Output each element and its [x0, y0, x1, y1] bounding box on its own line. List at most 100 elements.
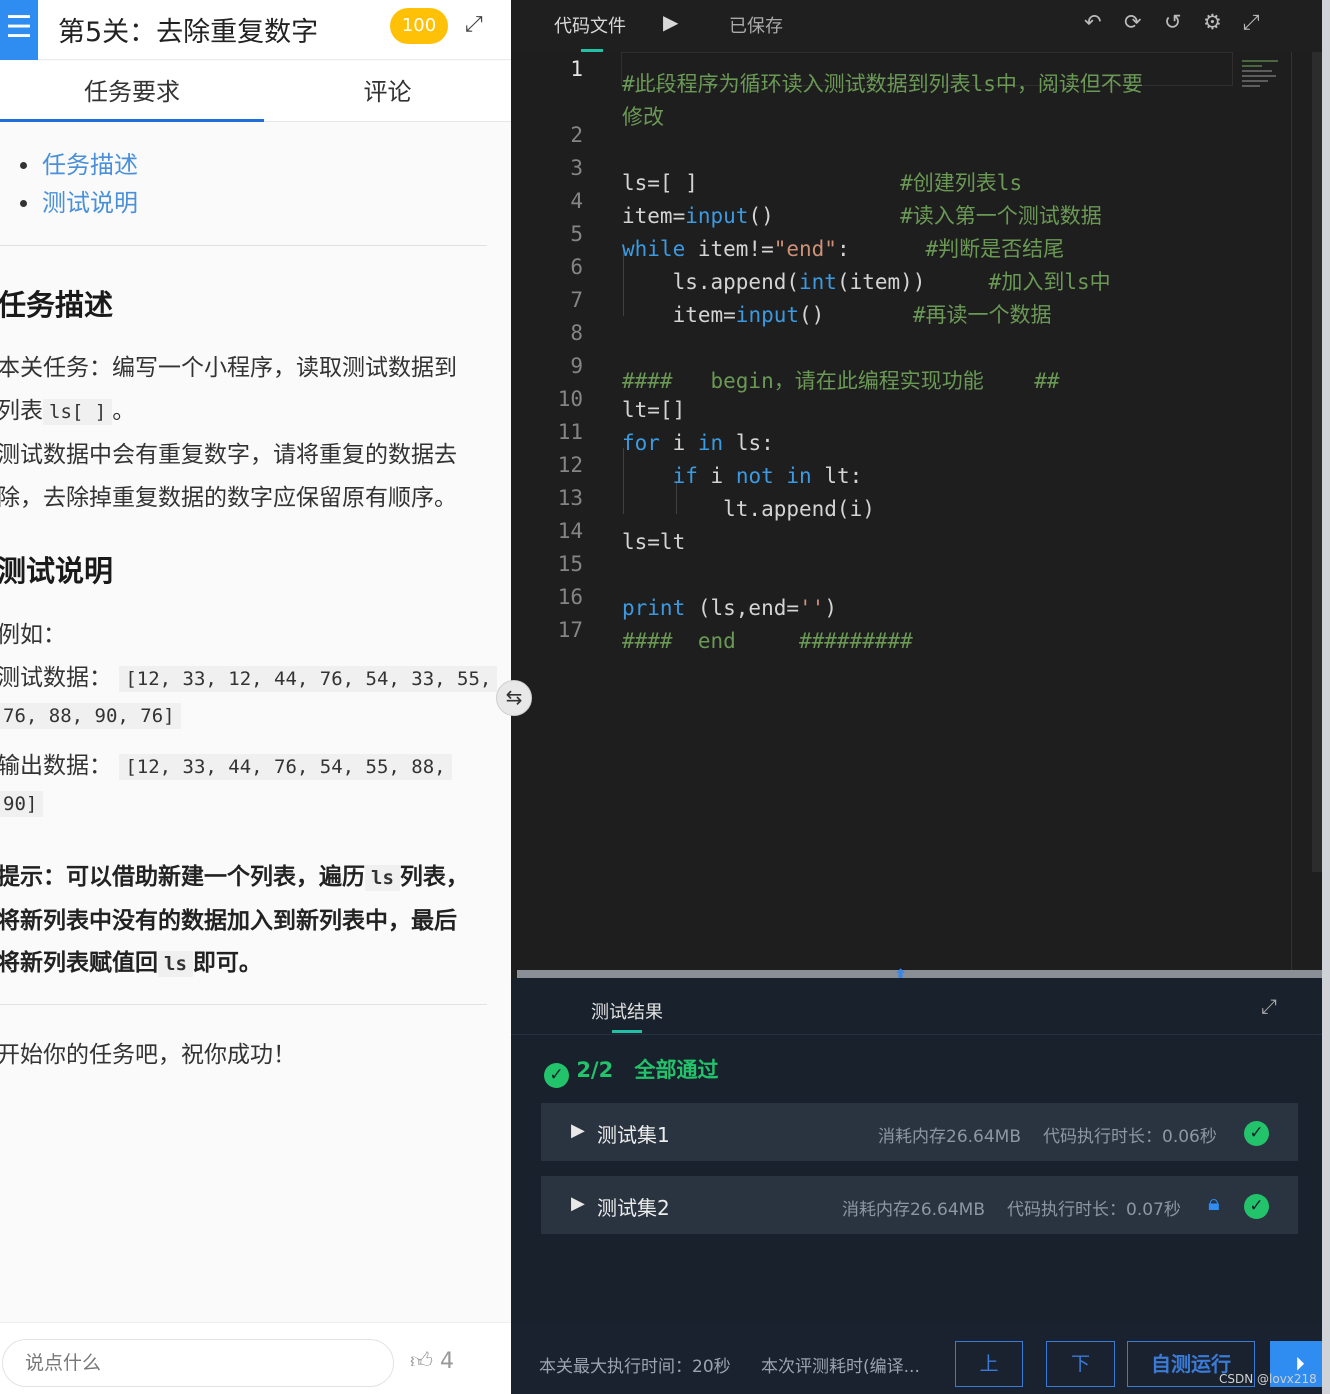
tab-code-file[interactable]: 代码文件 [554, 12, 626, 38]
code-line[interactable]: ls=lt [622, 530, 685, 554]
score-badge: 100 [390, 8, 448, 44]
code-line[interactable]: #### end ######### [622, 629, 913, 653]
test-input-code: 76, 88, 90, 76] [0, 703, 181, 729]
text: 即可。 [192, 950, 262, 976]
caret-right-icon[interactable]: ▶ [571, 1120, 585, 1141]
code-line[interactable]: 修改 [622, 101, 664, 131]
text: 提示：可以借助新建一个列表，遍历 [0, 864, 365, 890]
code-line[interactable]: #此段程序为循环读入测试数据到列表ls中，阅读但不要 [622, 68, 1143, 98]
code-text: lt=[] [622, 398, 686, 422]
level-title: 第5关：去除重复数字 [58, 17, 319, 48]
code-text: item= [622, 204, 686, 228]
line-number: 14 [557, 519, 583, 543]
caret-right-icon[interactable]: ▶ [571, 1193, 585, 1214]
code-line[interactable]: ls=[ ] #创建列表ls [622, 167, 1022, 197]
code-keyword: while [622, 237, 686, 261]
code-area[interactable]: #此段程序为循环读入测试数据到列表ls中，阅读但不要修改 ls=[ ] #创建列表… [622, 52, 1282, 970]
test-set-row[interactable]: ▶ 测试集1 消耗内存26.64MB 代码执行时长：0.06秒 ✓ [541, 1103, 1298, 1161]
panel-resize-handle[interactable]: ⇆ [496, 680, 532, 716]
test-output-line: 输出数据： [12, 33, 44, 76, 54, 55, 88, [0, 746, 452, 780]
code-text: ) [824, 596, 837, 620]
previous-level-button[interactable]: 上 [955, 1341, 1023, 1387]
task-description-heading: 任务描述 [0, 288, 114, 322]
example-label: 例如： [0, 622, 66, 648]
pass-status-icon: ✓ [1244, 1193, 1269, 1219]
code-comment: #读入第一个测试数据 [900, 204, 1102, 228]
undo-icon[interactable]: ↶ [1084, 10, 1102, 34]
code-keyword: for [622, 431, 660, 455]
code-comment: 修改 [622, 105, 664, 129]
code-line[interactable]: lt=[] [622, 398, 685, 422]
code-comment: #创建列表ls [900, 171, 1023, 195]
tab-task-requirements[interactable]: 任务要求 [0, 61, 264, 122]
code-minimap[interactable] [1242, 58, 1282, 88]
active-tab-indicator [612, 1030, 642, 1033]
code-text: () [748, 204, 901, 228]
task-paragraph-line: 测试数据中会有重复数字，请将重复的数据去 [0, 442, 457, 468]
next-level-button[interactable]: 下 [1046, 1341, 1115, 1387]
editor-scrollbar[interactable] [1312, 52, 1322, 872]
pass-status: 全部通过 [634, 1058, 719, 1082]
toc-link-test-description[interactable]: 测试说明 [18, 184, 138, 222]
task-paragraph-line: 列表 ls[ ]。 [0, 391, 135, 425]
code-line[interactable]: #### begin，请在此编程实现功能 ## [622, 365, 1060, 395]
like-button[interactable]: 👍︎ 4 [410, 1347, 454, 1374]
check-circle-icon: ✓ [1244, 1121, 1269, 1146]
test-output-code: [12, 33, 44, 76, 54, 55, 88, [119, 754, 452, 780]
play-icon[interactable]: ▶ [663, 10, 678, 34]
tab-comments[interactable]: 评论 [264, 61, 511, 122]
editor-ruler [1291, 52, 1292, 970]
menu-icon[interactable]: ☰ [0, 0, 38, 60]
code-keyword: if [672, 464, 698, 488]
code-line[interactable]: ls.append(int(item)) #加入到ls中 [622, 266, 1111, 296]
comment-input[interactable]: 说点什么 [2, 1339, 394, 1387]
code-line[interactable]: for i in ls: [622, 431, 774, 455]
settings-icon[interactable]: ⚙ [1203, 10, 1222, 34]
code-line[interactable]: lt.append(i) [622, 497, 875, 521]
pass-status-icon: ✓ [1244, 1120, 1269, 1146]
code-comment: #### begin，请在此编程实现功能 ## [622, 369, 1060, 393]
line-number: 3 [570, 156, 583, 180]
test-set-name: 测试集1 [597, 1123, 670, 1147]
line-number: 10 [557, 387, 583, 411]
thumbs-up-icon: 👍︎ [410, 1349, 433, 1374]
execution-time: 代码执行时长：0.07秒 [1007, 1200, 1181, 1220]
code-text: ls: [723, 431, 774, 455]
history-icon[interactable]: ↺ [1164, 10, 1182, 34]
code-string: '' [799, 596, 825, 620]
text: 列表 [0, 398, 43, 424]
line-number: 17 [557, 618, 583, 642]
code-line[interactable]: item=input() #再读一个数据 [622, 299, 1052, 329]
code-keyword: not in [735, 464, 812, 488]
evaluation-time: 本次评测耗时(编译... [761, 1357, 920, 1377]
save-status: 已保存 [729, 16, 783, 37]
toc-link-task-description[interactable]: 任务描述 [18, 146, 138, 184]
code-text: ls.append( [622, 270, 800, 294]
like-count: 4 [440, 1349, 454, 1374]
code-line[interactable]: while item!="end": #判断是否结尾 [622, 233, 1064, 263]
panel-splitter[interactable] [517, 970, 1322, 978]
code-text: lt: [811, 464, 863, 488]
line-number: 11 [557, 420, 583, 444]
task-tabs: 任务要求 评论 [0, 61, 511, 122]
task-paragraph-line: 本关任务：编写一个小程序，读取测试数据到 [0, 355, 457, 381]
line-number: 9 [570, 354, 583, 378]
line-number: 7 [570, 288, 583, 312]
code-line[interactable]: if i not in lt: [622, 464, 863, 488]
tab-test-results[interactable]: 测试结果 [591, 998, 663, 1024]
refresh-icon[interactable]: ⟳ [1124, 10, 1142, 34]
code-keyword: input [735, 303, 800, 327]
code-comment: #### end ######### [622, 629, 913, 653]
expand-icon[interactable]: ⤢ [465, 12, 483, 37]
memory-usage: 消耗内存26.64MB [878, 1127, 1021, 1147]
fullscreen-icon[interactable]: ⤢ [1243, 10, 1260, 35]
expand-icon[interactable]: ⤢ [1261, 994, 1277, 1018]
code-comment: #再读一个数据 [912, 303, 1052, 327]
execution-time: 代码执行时长：0.06秒 [1043, 1127, 1217, 1147]
code-line[interactable]: print (ls,end='') [622, 596, 837, 620]
table-of-contents: 任务描述 测试说明 [18, 146, 138, 222]
code-line[interactable]: item=input() #读入第一个测试数据 [622, 200, 1102, 230]
test-set-row[interactable]: ▶ 测试集2 消耗内存26.64MB 代码执行时长：0.07秒 🔒︎ ✓ [541, 1176, 1298, 1234]
code-text: item!= [685, 237, 774, 261]
